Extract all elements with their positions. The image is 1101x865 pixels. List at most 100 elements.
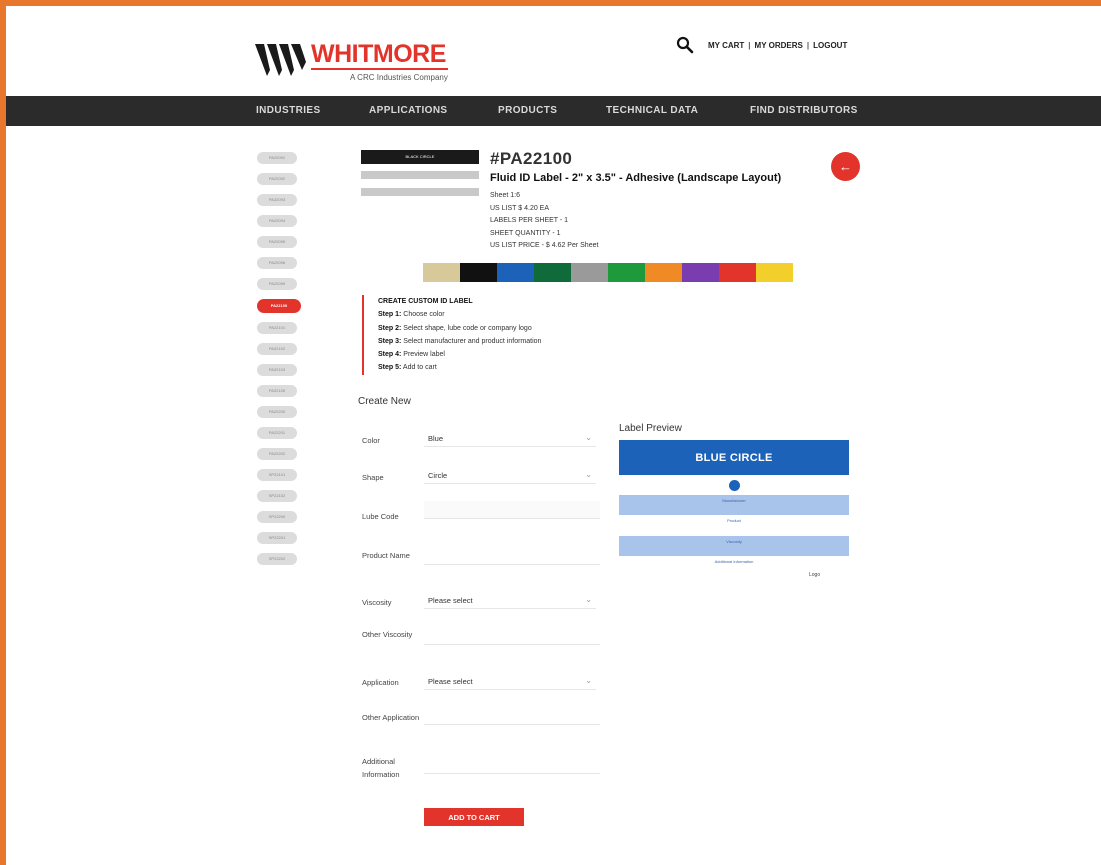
sidebar-item-pa22103[interactable]: PA22103 <box>257 364 297 376</box>
thumbnail-row <box>361 171 479 179</box>
sidebar-item-pa22093[interactable]: PA22093 <box>257 194 297 206</box>
whitmore-w-mark-icon <box>255 44 306 76</box>
color-swatch[interactable] <box>497 263 534 282</box>
chevron-down-icon: ⌄ <box>585 470 592 479</box>
color-swatch[interactable] <box>423 263 460 282</box>
back-arrow-button[interactable]: ← <box>831 152 860 181</box>
step-item: Step 4: Preview label <box>378 351 445 359</box>
color-swatch[interactable] <box>719 263 756 282</box>
sidebar-item-pa22096[interactable]: PA22096 <box>257 257 297 269</box>
sidebar-item-sp22102[interactable]: SP22102 <box>257 490 297 502</box>
product-name-label: Product Name <box>362 551 410 560</box>
chevron-down-icon: ⌄ <box>585 433 592 442</box>
product-title: Fluid ID Label - 2" x 3.5" - Adhesive (L… <box>490 172 782 184</box>
other-application-input[interactable] <box>424 707 600 725</box>
sidebar-item-pa22102[interactable]: PA22102 <box>257 343 297 355</box>
viscosity-select[interactable]: Please select ⌄ <box>424 591 596 609</box>
meta-line: US LIST PRICE - $ 4.62 Per Sheet <box>490 242 599 249</box>
color-swatch[interactable] <box>608 263 645 282</box>
shape-label: Shape <box>362 473 384 482</box>
sidebar-item-sp22101[interactable]: SP22101 <box>257 469 297 481</box>
sidebar-item-pa22099[interactable]: PA22099 <box>257 278 297 290</box>
other-viscosity-label: Other Viscosity <box>362 630 413 639</box>
brand-logo[interactable]: WHITMORE A CRC Industries Company <box>255 40 448 82</box>
nav-applications[interactable]: APPLICATIONS <box>369 105 448 116</box>
sidebar-item-pa22094[interactable]: PA22094 <box>257 215 297 227</box>
main-nav: INDUSTRIES APPLICATIONS PRODUCTS TECHNIC… <box>6 96 1101 126</box>
my-orders-link[interactable]: MY ORDERS <box>755 41 803 50</box>
arrow-left-icon: ← <box>839 159 852 174</box>
lube-code-input[interactable] <box>424 501 600 519</box>
add-to-cart-button[interactable]: ADD TO CART <box>424 808 524 826</box>
product-meta: Sheet 1:6 US LIST $ 4.20 EA LABELS PER S… <box>490 190 598 253</box>
thumbnail-banner: BLACK CIRCLE <box>361 150 479 164</box>
color-swatch[interactable] <box>571 263 608 282</box>
application-select[interactable]: Please select ⌄ <box>424 672 596 690</box>
nav-products[interactable]: PRODUCTS <box>498 105 557 116</box>
nav-find-distributors[interactable]: FIND DISTRIBUTORS <box>750 105 858 116</box>
other-application-label: Other Application <box>362 713 420 722</box>
application-label: Application <box>362 678 399 687</box>
create-new-heading: Create New <box>358 396 411 407</box>
separator: | <box>748 40 751 50</box>
additional-information-label: Additional Information <box>362 757 400 779</box>
preview-product-caption: Product <box>727 518 741 523</box>
preview-additional-caption: Additional Information <box>714 559 754 564</box>
sidebar-item-pa22091[interactable]: PA22091 <box>257 152 297 164</box>
label-preview: BLUE CIRCLE Manufacturer Product Viscosi… <box>619 440 849 570</box>
viscosity-label: Viscosity <box>362 598 392 607</box>
shape-select[interactable]: Circle ⌄ <box>424 466 596 484</box>
page-frame: WHITMORE A CRC Industries Company MY CAR… <box>6 6 1101 865</box>
other-viscosity-input[interactable] <box>424 627 600 645</box>
color-swatches <box>423 263 793 282</box>
logout-link[interactable]: LOGOUT <box>813 41 847 50</box>
sidebar-item-sp22202[interactable]: SP22202 <box>257 553 297 565</box>
chevron-down-icon: ⌄ <box>585 676 592 685</box>
sidebar-item-pa22202[interactable]: PA22202 <box>257 448 297 460</box>
separator: | <box>806 40 810 50</box>
meta-line: SHEET QUANTITY - 1 <box>490 229 561 237</box>
step-item: Step 3: Select manufacturer and product … <box>378 337 542 345</box>
product-sidebar: PA22091 PA22092 PA22093 PA22094 PA22095 PA220… <box>257 152 303 574</box>
sidebar-item-pa22201[interactable]: PA22201 <box>257 427 297 439</box>
color-swatch[interactable] <box>534 263 571 282</box>
nav-industries[interactable]: INDUSTRIES <box>256 105 321 116</box>
circle-shape-icon <box>728 480 740 491</box>
sidebar-item-sp22200[interactable]: SP22200 <box>257 511 297 523</box>
thumbnail-row <box>361 188 479 196</box>
preview-logo-alt: Logo <box>809 572 821 578</box>
sidebar-item-pa22200[interactable]: PA22200 <box>257 406 297 418</box>
product-name-input[interactable] <box>424 547 600 565</box>
lube-code-label: Lube Code <box>362 512 399 521</box>
search-icon[interactable] <box>676 36 694 54</box>
my-cart-link[interactable]: MY CART <box>708 41 744 50</box>
color-swatch[interactable] <box>460 263 497 282</box>
label-preview-title: Label Preview <box>619 423 682 434</box>
preview-viscosity-bar: Viscosity <box>619 536 849 556</box>
sidebar-item-pa22095[interactable]: PA22095 <box>257 236 297 248</box>
brand-tagline: A CRC Industries Company <box>350 73 448 82</box>
sidebar-item-pa22105[interactable]: PA22105 <box>257 385 297 397</box>
brand-name: WHITMORE <box>311 40 448 70</box>
additional-information-input[interactable] <box>424 756 600 774</box>
color-label: Color <box>362 436 380 445</box>
nav-technical-data[interactable]: TECHNICAL DATA <box>606 105 698 116</box>
preview-banner: BLUE CIRCLE <box>619 440 849 475</box>
meta-line: Sheet 1:6 <box>490 192 520 199</box>
chevron-down-icon: ⌄ <box>585 595 592 604</box>
sidebar-item-pa22100[interactable]: PA22100 <box>257 299 301 313</box>
sidebar-item-sp22201[interactable]: SP22201 <box>257 532 297 544</box>
steps-block: CREATE CUSTOM ID LABEL Step 1: Choose co… <box>362 295 541 375</box>
steps-heading: CREATE CUSTOM ID LABEL <box>378 298 473 305</box>
sidebar-item-pa22101[interactable]: PA22101 <box>257 322 297 334</box>
preview-manufacturer-bar: Manufacturer <box>619 495 849 515</box>
sidebar-item-pa22092[interactable]: PA22092 <box>257 173 297 185</box>
utility-links: MY CART | MY ORDERS | LOGOUT <box>676 36 847 54</box>
step-item: Step 2: Select shape, lube code or compa… <box>378 324 532 332</box>
meta-line: LABELS PER SHEET - 1 <box>490 217 569 224</box>
color-select[interactable]: Blue ⌄ <box>424 429 596 447</box>
step-item: Step 1: Choose color <box>378 311 445 319</box>
color-swatch[interactable] <box>682 263 719 282</box>
color-swatch[interactable] <box>756 263 793 282</box>
color-swatch[interactable] <box>645 263 682 282</box>
